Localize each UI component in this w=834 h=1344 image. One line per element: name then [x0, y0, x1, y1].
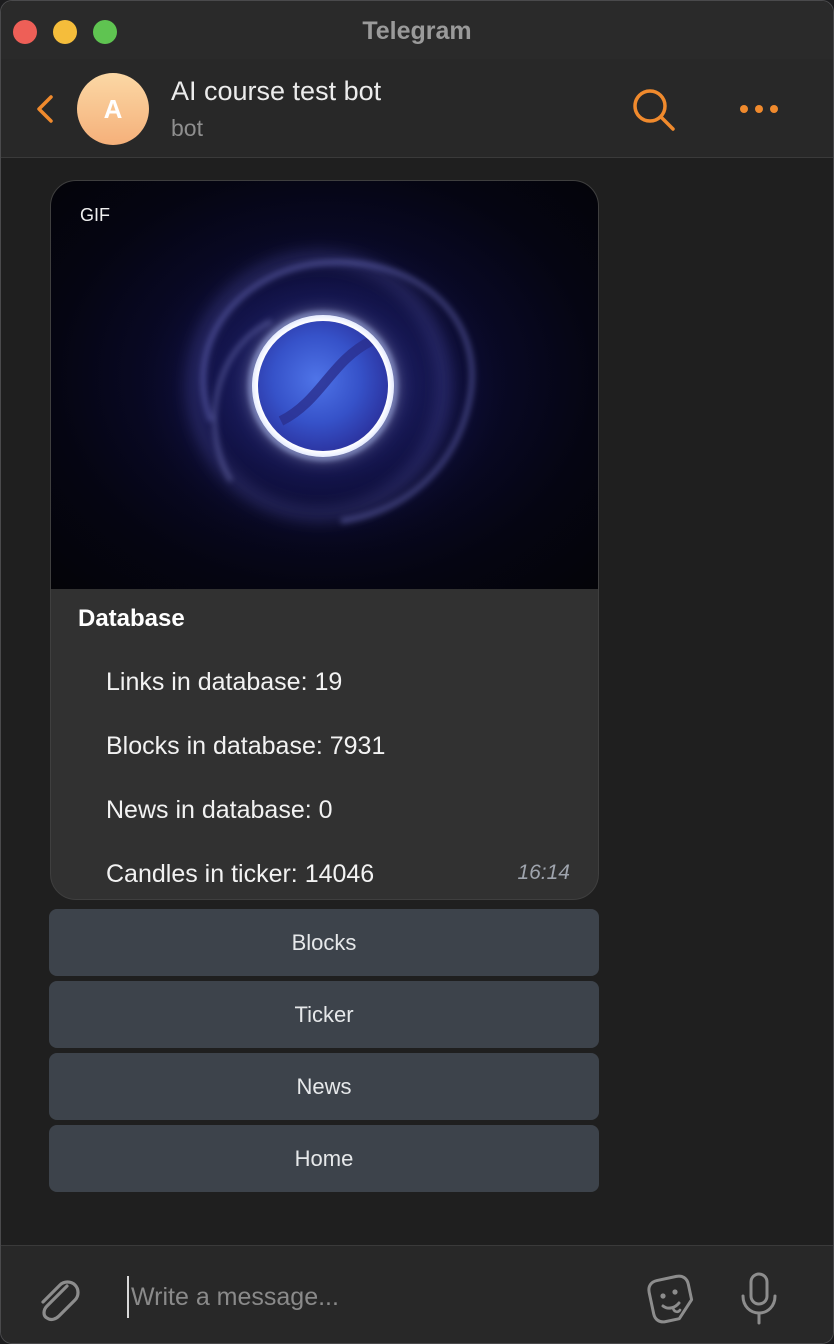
keyboard-button-blocks[interactable]: Blocks [49, 909, 599, 976]
glowing-orb-image [123, 214, 523, 564]
sticker-button[interactable] [641, 1270, 697, 1326]
window-title: Telegram [362, 17, 472, 45]
keyboard-button-ticker[interactable]: Ticker [49, 981, 599, 1048]
message-bubble[interactable]: GIF Database Links in database: 19 Block… [50, 180, 599, 900]
keyboard-button-home[interactable]: Home [49, 1125, 599, 1192]
microphone-icon [741, 1272, 777, 1325]
search-icon [633, 89, 675, 131]
sticker-icon [647, 1274, 694, 1324]
chat-header: A AI course test bot bot [1, 59, 833, 158]
links-count-line: Links in database: 19 [106, 668, 343, 696]
blocks-count-line: Blocks in database: 7931 [106, 732, 386, 760]
gif-media[interactable]: GIF [51, 181, 598, 589]
message-composer [1, 1245, 833, 1343]
voice-message-button[interactable] [737, 1268, 781, 1328]
chevron-left-icon [37, 95, 53, 123]
message-title: Database [78, 605, 185, 632]
back-button[interactable] [29, 89, 63, 129]
news-count-line: News in database: 0 [106, 796, 333, 824]
gif-label: GIF [80, 205, 110, 225]
attach-button[interactable] [31, 1272, 83, 1324]
candles-count-line: Candles in ticker: 14046 [106, 860, 375, 888]
chat-name[interactable]: AI course test bot [171, 76, 381, 107]
message-input[interactable] [127, 1276, 613, 1318]
more-button[interactable] [735, 95, 783, 123]
search-button[interactable] [629, 85, 677, 133]
telegram-window: Telegram A AI course test bot bot GIF Da… [0, 0, 834, 1344]
avatar[interactable]: A [77, 73, 149, 145]
message-time: 16:14 [517, 861, 570, 884]
paperclip-icon [41, 1280, 80, 1322]
title-bar: Telegram [1, 1, 833, 59]
chat-subtitle: bot [171, 115, 203, 141]
keyboard-button-news[interactable]: News [49, 1053, 599, 1120]
more-dots-icon [740, 105, 778, 113]
chat-area[interactable]: GIF Database Links in database: 19 Block… [1, 158, 833, 1244]
